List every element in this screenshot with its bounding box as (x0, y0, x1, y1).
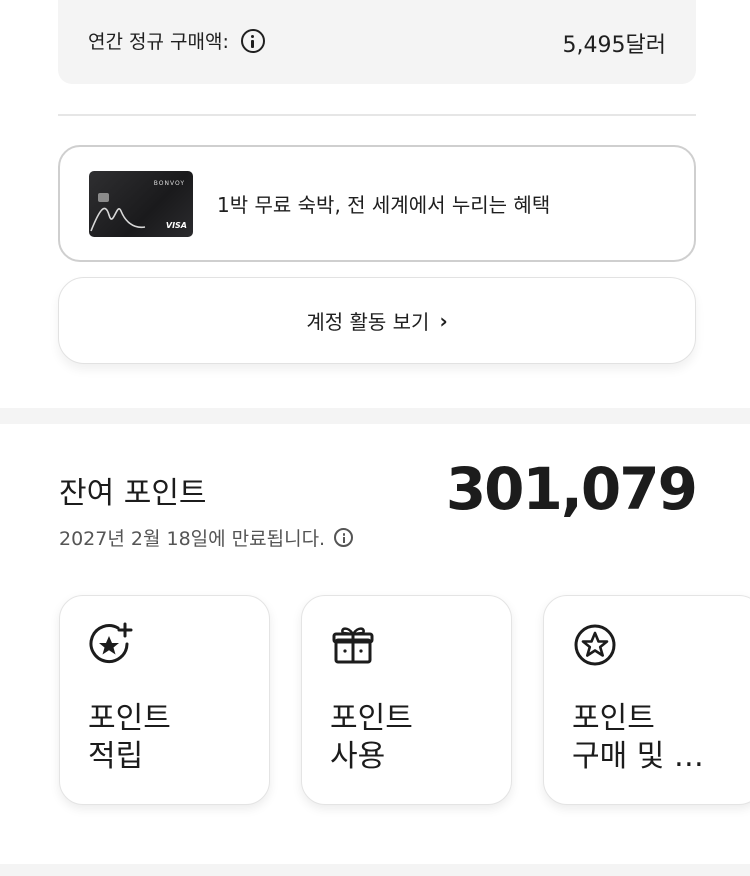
section-separator (0, 408, 750, 424)
divider (58, 114, 696, 116)
credit-card-image: BONVOY VISA (89, 170, 193, 237)
card-network-logo: VISA (165, 220, 187, 230)
redeem-points-label: 포인트 사용 (330, 701, 413, 774)
redeem-points-tile[interactable]: 포인트 사용 (301, 595, 512, 805)
section-separator (0, 864, 750, 876)
points-balance-label: 잔여 포인트 (59, 476, 207, 511)
star-plus-icon (89, 622, 133, 664)
points-expiry-text: 2027년 2월 18일에 만료됩니다. (59, 528, 326, 550)
info-icon[interactable] (334, 528, 354, 547)
view-account-activity-button[interactable]: 계정 활동 보기 › (58, 277, 696, 364)
annual-spend-panel: 연간 정규 구매액: 5,495달러 (58, 0, 696, 84)
earn-points-tile[interactable]: 포인트 적립 (59, 595, 270, 805)
card-benefit-text: 1박 무료 숙박, 전 세계에서 누리는 혜택 (217, 193, 551, 217)
view-account-activity-label: 계정 활동 보기 (306, 310, 430, 334)
card-benefit-banner[interactable]: BONVOY VISA 1박 무료 숙박, 전 세계에서 누리는 혜택 (58, 145, 696, 262)
points-balance-value: 301,079 (445, 455, 698, 523)
annual-spend-label-row: 연간 정규 구매액: (88, 27, 265, 54)
earn-points-label: 포인트 적립 (88, 701, 171, 774)
chevron-right-icon: › (439, 308, 448, 333)
annual-spend-label: 연간 정규 구매액: (88, 31, 229, 53)
buy-points-tile[interactable]: 포인트 구매 및 … (543, 595, 750, 805)
points-expiry-row: 2027년 2월 18일에 만료됩니다. (59, 524, 354, 551)
star-circle-icon (574, 624, 616, 666)
info-icon[interactable] (240, 28, 265, 53)
gift-icon (332, 627, 374, 664)
annual-spend-value: 5,495달러 (562, 33, 666, 58)
buy-points-label: 포인트 구매 및 … (572, 701, 704, 774)
